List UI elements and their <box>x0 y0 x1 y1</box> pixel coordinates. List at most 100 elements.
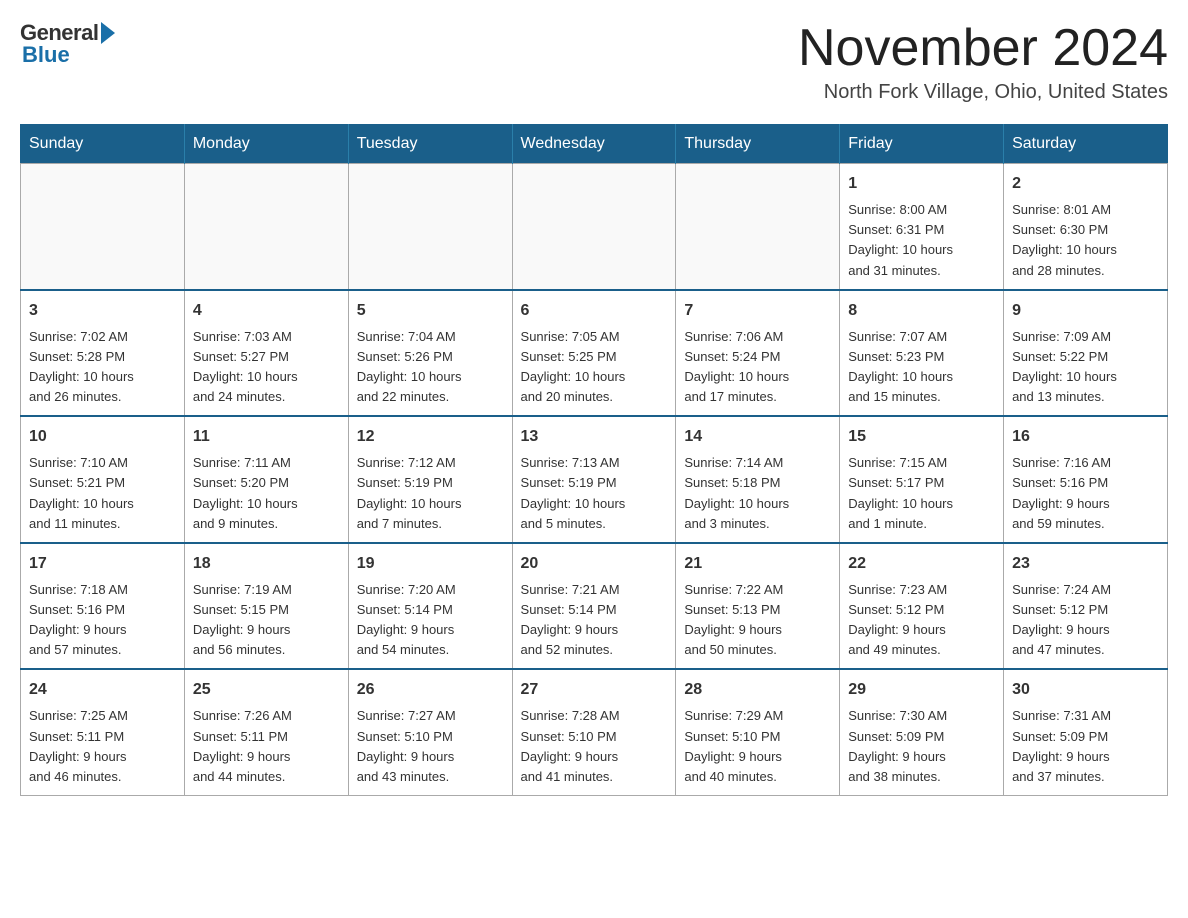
logo: General Blue <box>20 20 115 68</box>
day-info: Sunrise: 7:14 AMSunset: 5:18 PMDaylight:… <box>684 453 831 534</box>
calendar-cell: 9Sunrise: 7:09 AMSunset: 5:22 PMDaylight… <box>1004 290 1168 417</box>
day-number: 11 <box>193 425 340 449</box>
day-info: Sunrise: 7:28 AMSunset: 5:10 PMDaylight:… <box>521 706 668 787</box>
day-of-week-header: Sunday <box>21 125 185 164</box>
day-number: 12 <box>357 425 504 449</box>
day-of-week-header: Wednesday <box>512 125 676 164</box>
day-number: 26 <box>357 678 504 702</box>
calendar-cell <box>21 164 185 290</box>
day-info: Sunrise: 7:13 AMSunset: 5:19 PMDaylight:… <box>521 453 668 534</box>
day-number: 16 <box>1012 425 1159 449</box>
calendar-cell: 5 Sunrise: 7:04 AMSunset: 5:26 PMDaylight… <box>348 290 512 417</box>
calendar-cell: 7 Sunrise: 7:06 AMSunset: 5:24 PMDaylight… <box>676 290 840 417</box>
day-info: Sunrise: 7:18 AMSunset: 5:16 PMDaylight:… <box>29 580 176 661</box>
day-number: 25 <box>193 678 340 702</box>
calendar-cell: 16 Sunrise: 7:16 AMSunset: 5:16 PMDayligh… <box>1004 416 1168 543</box>
day-info: Sunrise: 7:25 AMSunset: 5:11 PMDaylight:… <box>29 706 176 787</box>
day-number: 20 <box>521 552 668 576</box>
day-info: Sunrise: 7:02 AMSunset: 5:28 PMDaylight:… <box>29 327 176 408</box>
logo-arrow-icon <box>101 22 115 44</box>
calendar-week-row: 17 Sunrise: 7:18 AMSunset: 5:16 PMDayligh… <box>21 543 1168 670</box>
calendar-header-row: SundayMondayTuesdayWednesdayThursdayFrid… <box>21 125 1168 164</box>
calendar-table: SundayMondayTuesdayWednesdayThursdayFrid… <box>20 124 1168 796</box>
calendar-cell: 1 Sunrise: 8:00 AMSunset: 6:31 PMDaylight… <box>840 164 1004 290</box>
day-number: 7 <box>684 299 831 323</box>
day-number: 13 <box>521 425 668 449</box>
day-info: Sunrise: 7:16 AMSunset: 5:16 PMDaylight:… <box>1012 453 1159 534</box>
day-number: 22 <box>848 552 995 576</box>
day-number: 5 <box>357 299 504 323</box>
calendar-cell: 28 Sunrise: 7:29 AMSunset: 5:10 PMDayligh… <box>676 669 840 795</box>
calendar-cell: 22 Sunrise: 7:23 AMSunset: 5:12 PMDayligh… <box>840 543 1004 670</box>
day-number: 27 <box>521 678 668 702</box>
day-info: Sunrise: 7:15 AMSunset: 5:17 PMDaylight:… <box>848 453 995 534</box>
calendar-week-row: 1 Sunrise: 8:00 AMSunset: 6:31 PMDaylight… <box>21 164 1168 290</box>
day-info: Sunrise: 8:00 AMSunset: 6:31 PMDaylight:… <box>848 200 995 281</box>
calendar-week-row: 24 Sunrise: 7:25 AMSunset: 5:11 PMDayligh… <box>21 669 1168 795</box>
day-number: 30 <box>1012 678 1159 702</box>
day-info: Sunrise: 7:24 AMSunset: 5:12 PMDaylight:… <box>1012 580 1159 661</box>
day-of-week-header: Friday <box>840 125 1004 164</box>
calendar-cell: 4Sunrise: 7:03 AMSunset: 5:27 PMDaylight… <box>184 290 348 417</box>
day-info: Sunrise: 7:06 AMSunset: 5:24 PMDaylight:… <box>684 327 831 408</box>
calendar-cell: 17 Sunrise: 7:18 AMSunset: 5:16 PMDayligh… <box>21 543 185 670</box>
day-number: 28 <box>684 678 831 702</box>
day-of-week-header: Saturday <box>1004 125 1168 164</box>
calendar-cell: 12Sunrise: 7:12 AMSunset: 5:19 PMDayligh… <box>348 416 512 543</box>
day-number: 19 <box>357 552 504 576</box>
calendar-cell <box>676 164 840 290</box>
calendar-cell: 8Sunrise: 7:07 AMSunset: 5:23 PMDaylight… <box>840 290 1004 417</box>
day-info: Sunrise: 7:11 AMSunset: 5:20 PMDaylight:… <box>193 453 340 534</box>
page-header: General Blue November 2024 North Fork Vi… <box>20 20 1168 104</box>
calendar-cell: 23 Sunrise: 7:24 AMSunset: 5:12 PMDayligh… <box>1004 543 1168 670</box>
day-number: 2 <box>1012 172 1159 196</box>
calendar-cell: 19 Sunrise: 7:20 AMSunset: 5:14 PMDayligh… <box>348 543 512 670</box>
day-number: 1 <box>848 172 995 196</box>
day-number: 9 <box>1012 299 1159 323</box>
day-info: Sunrise: 7:21 AMSunset: 5:14 PMDaylight:… <box>521 580 668 661</box>
calendar-cell <box>348 164 512 290</box>
day-info: Sunrise: 7:23 AMSunset: 5:12 PMDaylight:… <box>848 580 995 661</box>
calendar-cell: 3 Sunrise: 7:02 AMSunset: 5:28 PMDaylight… <box>21 290 185 417</box>
calendar-cell: 25 Sunrise: 7:26 AMSunset: 5:11 PMDayligh… <box>184 669 348 795</box>
day-of-week-header: Monday <box>184 125 348 164</box>
day-info: Sunrise: 7:29 AMSunset: 5:10 PMDaylight:… <box>684 706 831 787</box>
day-of-week-header: Tuesday <box>348 125 512 164</box>
month-title: November 2024 <box>798 20 1168 77</box>
calendar-cell: 21 Sunrise: 7:22 AMSunset: 5:13 PMDayligh… <box>676 543 840 670</box>
location-text: North Fork Village, Ohio, United States <box>798 81 1168 104</box>
day-info: Sunrise: 7:03 AMSunset: 5:27 PMDaylight:… <box>193 327 340 408</box>
day-number: 17 <box>29 552 176 576</box>
day-info: Sunrise: 7:30 AMSunset: 5:09 PMDaylight:… <box>848 706 995 787</box>
day-number: 10 <box>29 425 176 449</box>
day-info: Sunrise: 7:07 AMSunset: 5:23 PMDaylight:… <box>848 327 995 408</box>
day-info: Sunrise: 7:26 AMSunset: 5:11 PMDaylight:… <box>193 706 340 787</box>
calendar-cell <box>512 164 676 290</box>
day-info: Sunrise: 8:01 AMSunset: 6:30 PMDaylight:… <box>1012 200 1159 281</box>
day-number: 15 <box>848 425 995 449</box>
day-number: 14 <box>684 425 831 449</box>
day-info: Sunrise: 7:27 AMSunset: 5:10 PMDaylight:… <box>357 706 504 787</box>
calendar-cell: 10 Sunrise: 7:10 AMSunset: 5:21 PMDayligh… <box>21 416 185 543</box>
calendar-cell: 6Sunrise: 7:05 AMSunset: 5:25 PMDaylight… <box>512 290 676 417</box>
day-number: 24 <box>29 678 176 702</box>
title-section: November 2024 North Fork Village, Ohio, … <box>798 20 1168 104</box>
day-info: Sunrise: 7:10 AMSunset: 5:21 PMDaylight:… <box>29 453 176 534</box>
day-number: 18 <box>193 552 340 576</box>
calendar-cell: 2 Sunrise: 8:01 AMSunset: 6:30 PMDaylight… <box>1004 164 1168 290</box>
calendar-cell: 26 Sunrise: 7:27 AMSunset: 5:10 PMDayligh… <box>348 669 512 795</box>
calendar-cell <box>184 164 348 290</box>
day-number: 23 <box>1012 552 1159 576</box>
calendar-cell: 14 Sunrise: 7:14 AMSunset: 5:18 PMDayligh… <box>676 416 840 543</box>
day-info: Sunrise: 7:20 AMSunset: 5:14 PMDaylight:… <box>357 580 504 661</box>
calendar-cell: 27 Sunrise: 7:28 AMSunset: 5:10 PMDayligh… <box>512 669 676 795</box>
calendar-cell: 11 Sunrise: 7:11 AMSunset: 5:20 PMDayligh… <box>184 416 348 543</box>
logo-blue-text: Blue <box>22 42 70 68</box>
day-number: 3 <box>29 299 176 323</box>
day-info: Sunrise: 7:04 AMSunset: 5:26 PMDaylight:… <box>357 327 504 408</box>
day-info: Sunrise: 7:05 AMSunset: 5:25 PMDaylight:… <box>521 327 668 408</box>
calendar-cell: 13 Sunrise: 7:13 AMSunset: 5:19 PMDayligh… <box>512 416 676 543</box>
day-number: 21 <box>684 552 831 576</box>
day-info: Sunrise: 7:22 AMSunset: 5:13 PMDaylight:… <box>684 580 831 661</box>
calendar-cell: 20 Sunrise: 7:21 AMSunset: 5:14 PMDayligh… <box>512 543 676 670</box>
